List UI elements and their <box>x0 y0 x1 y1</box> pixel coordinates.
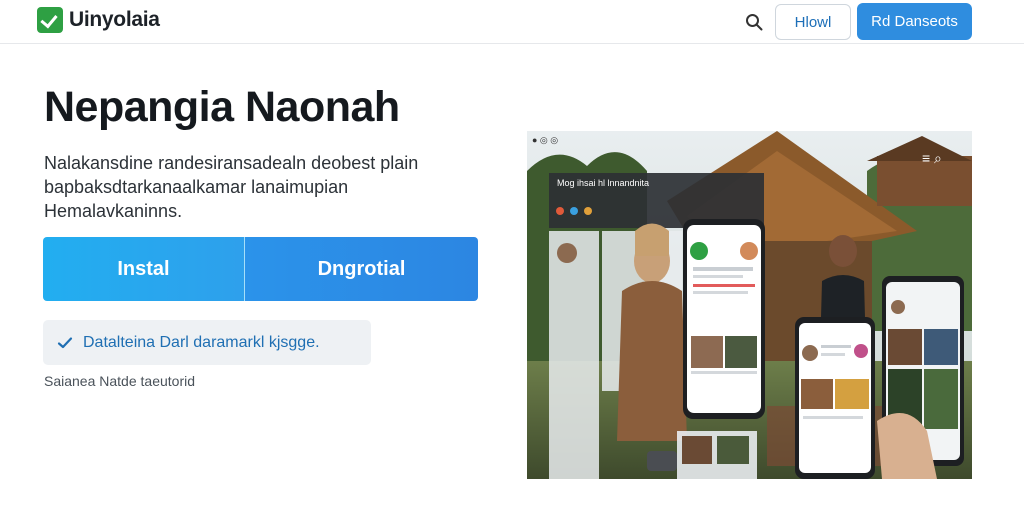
brand-name: Uinyolaia <box>69 8 160 31</box>
search-icon[interactable] <box>745 13 763 31</box>
feature-badge-text: Datalteina Darl daramarkl kjsgge. <box>83 333 320 351</box>
feature-badge: Datalteina Darl daramarkl kjsgge. <box>43 320 371 365</box>
preview-overlay-title: Mog ihsai hl lnnandnita <box>557 178 649 188</box>
download-button[interactable]: Dngrotial <box>245 237 478 301</box>
signup-button[interactable]: Rd Danseots <box>857 3 972 40</box>
login-button[interactable]: Hlowl <box>775 4 851 40</box>
install-button[interactable]: Instal <box>43 237 245 301</box>
svg-text:● ◎ ◎: ● ◎ ◎ <box>532 135 558 145</box>
preview-illustration: Mog ihsai hl lnnandnita ● ◎ ◎ ≡ ⌕ <box>527 131 972 479</box>
page-title: Nepangia Naonah <box>44 83 400 131</box>
cta-button-group: Instal Dngrotial <box>43 237 478 301</box>
check-icon <box>57 336 73 348</box>
check-logo-icon <box>37 7 63 33</box>
brand-logo[interactable]: Uinyolaia <box>37 7 160 33</box>
hero-description: Nalakansdine randesiransadealn deobest p… <box>44 153 419 221</box>
svg-text:≡ ⌕: ≡ ⌕ <box>922 150 942 166</box>
app-preview-photo: Mog ihsai hl lnnandnita ● ◎ ◎ ≡ ⌕ <box>527 131 972 479</box>
footnote-text: Saianea Natde taeutorid <box>44 373 195 389</box>
top-navigation-bar: Uinyolaia Hlowl Rd Danseots <box>0 0 1024 44</box>
